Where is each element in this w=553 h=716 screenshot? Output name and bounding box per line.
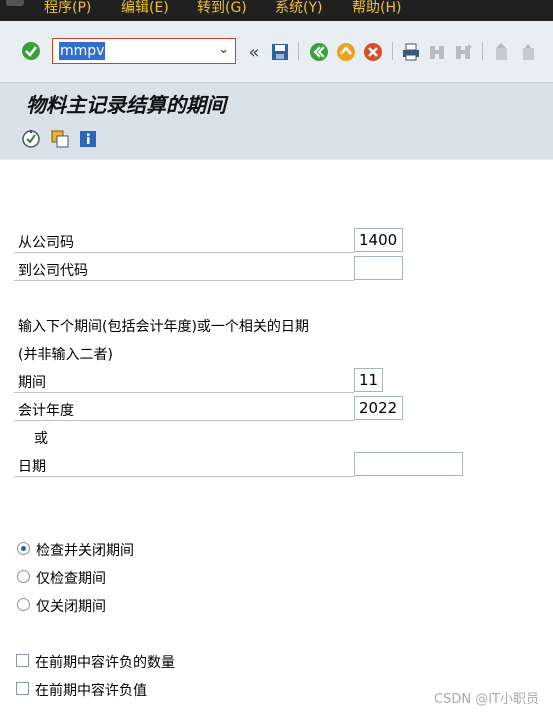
- save-icon: [272, 44, 288, 60]
- toolbar-separator: [482, 42, 483, 60]
- find-next-button[interactable]: [452, 41, 474, 63]
- page-title: 物料主记录结算的期间: [26, 93, 226, 117]
- to-company-input[interactable]: [354, 256, 403, 280]
- toolbar-separator: [298, 42, 299, 60]
- or-label: 或: [34, 431, 48, 447]
- collapse-command-icon[interactable]: «: [243, 41, 265, 63]
- radio-check-and-close[interactable]: [17, 542, 30, 555]
- cancel-icon: [364, 43, 382, 61]
- check-icon: [22, 42, 40, 60]
- toolbar-separator: [392, 42, 393, 60]
- first-page-icon: [496, 43, 507, 60]
- menu-system[interactable]: 系统(Y): [275, 0, 322, 17]
- info-button[interactable]: [77, 128, 99, 150]
- row-underline: [14, 392, 354, 393]
- back-button[interactable]: [308, 41, 330, 63]
- exit-button[interactable]: [335, 41, 357, 63]
- previous-page-button[interactable]: [518, 41, 540, 63]
- selection-screen: [0, 160, 553, 716]
- instruction-note: (并非输入二者): [18, 347, 113, 363]
- chevron-down-icon[interactable]: ⌄: [218, 42, 229, 57]
- checkbox-negative-quantities[interactable]: [16, 654, 29, 667]
- watermark: CSDN @IT小职员: [434, 692, 539, 707]
- print-icon: [403, 43, 419, 61]
- application-toolbar: [0, 121, 553, 159]
- menu-edit[interactable]: 编辑(E): [121, 0, 169, 17]
- instruction-text: 输入下个期间(包括会计年度)或一个相关的日期: [18, 319, 309, 335]
- info-icon: [80, 131, 96, 147]
- variant-button[interactable]: [49, 128, 71, 150]
- back-icon: [310, 43, 328, 61]
- command-field-value: mmpv: [59, 42, 106, 60]
- period-label: 期间: [18, 375, 46, 391]
- fiscal-year-input[interactable]: 2022: [354, 396, 403, 420]
- checkbox-negative-quantities-label: 在前期中容许负的数量: [35, 655, 175, 671]
- row-underline: [14, 476, 354, 477]
- print-button[interactable]: [400, 41, 422, 63]
- find-icon: [430, 46, 444, 59]
- radio-close-only-label: 仅关闭期间: [36, 599, 106, 615]
- date-input[interactable]: [354, 452, 463, 476]
- radio-check-only-label: 仅检查期间: [36, 571, 106, 587]
- find-next-icon: [456, 44, 472, 59]
- to-company-label: 到公司代码: [18, 263, 88, 279]
- cancel-button[interactable]: [362, 41, 384, 63]
- checkbox-negative-values[interactable]: [16, 682, 29, 695]
- menu-program[interactable]: 程序(P): [44, 0, 91, 17]
- command-field[interactable]: mmpv ⌄: [52, 38, 236, 64]
- menu-goto[interactable]: 转到(G): [197, 0, 247, 17]
- row-underline: [14, 280, 354, 281]
- menu-help[interactable]: 帮助(H): [352, 0, 401, 17]
- fiscal-year-label: 会计年度: [18, 403, 74, 419]
- period-input[interactable]: 11: [354, 368, 383, 392]
- enter-button[interactable]: [20, 40, 42, 62]
- sap-logo: [6, 0, 24, 6]
- row-underline: [14, 420, 354, 421]
- menu-bar: 程序(P) 编辑(E) 转到(G) 系统(Y) 帮助(H): [0, 0, 553, 21]
- from-company-label: 从公司码: [18, 235, 74, 251]
- radio-check-only[interactable]: [17, 570, 30, 583]
- save-button[interactable]: [269, 41, 291, 63]
- first-page-button[interactable]: [491, 41, 513, 63]
- checkbox-negative-values-label: 在前期中容许负值: [35, 683, 147, 699]
- row-underline: [14, 252, 354, 253]
- date-label: 日期: [18, 459, 46, 475]
- radio-check-and-close-label: 检查并关闭期间: [36, 543, 134, 559]
- execute-icon: [22, 130, 40, 148]
- previous-page-icon: [523, 44, 534, 60]
- find-button[interactable]: [426, 41, 448, 63]
- copy-variant-icon: [51, 130, 69, 148]
- from-company-input[interactable]: 1400: [354, 228, 403, 252]
- exit-icon: [337, 43, 355, 61]
- title-bar: 物料主记录结算的期间: [0, 83, 553, 121]
- execute-button[interactable]: [20, 128, 42, 150]
- radio-close-only[interactable]: [17, 598, 30, 611]
